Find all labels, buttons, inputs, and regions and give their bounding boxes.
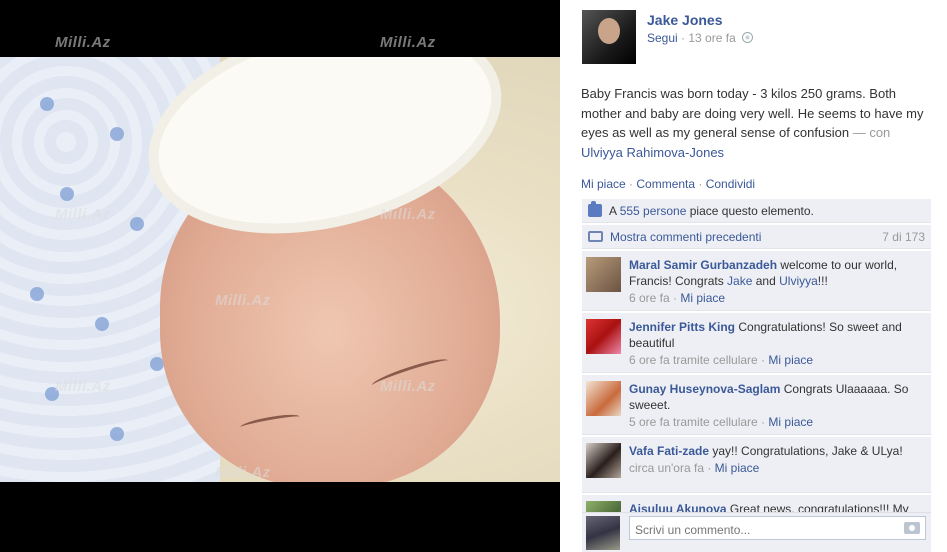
commenter-avatar[interactable]	[586, 443, 621, 478]
previous-comments-link[interactable]: Mostra commenti precedenti	[610, 230, 761, 244]
flower-pattern	[130, 217, 144, 231]
flower-pattern	[30, 287, 44, 301]
comment-meta: 6 ore fa · Mi piace	[629, 291, 726, 305]
commenter-name[interactable]: Vafa Fati-zade	[629, 444, 709, 458]
post-meta: Segui · 13 ore fa	[647, 31, 754, 45]
flower-pattern	[60, 187, 74, 201]
current-user-avatar	[586, 516, 620, 550]
comment-bubble-icon	[588, 231, 603, 242]
comment-meta: circa un'ora fa · Mi piace	[629, 461, 760, 475]
flower-pattern	[110, 127, 124, 141]
like-button[interactable]: Mi piace	[581, 177, 626, 191]
comment-text-part: !!!	[817, 274, 828, 288]
comment-input[interactable]	[629, 516, 926, 540]
photo-viewer: Milli.Az Milli.Az Milli.Az Milli.Az Mill…	[0, 0, 560, 552]
globe-icon[interactable]	[742, 32, 754, 43]
comment-time[interactable]: 5 ore fa tramite cellulare	[629, 415, 758, 429]
thumbs-up-icon	[588, 201, 602, 217]
comment-time[interactable]: 6 ore fa tramite cellulare	[629, 353, 758, 367]
commenter-avatar[interactable]	[586, 319, 621, 354]
commenter-name[interactable]: Gunay Huseynova-Saglam	[629, 382, 780, 396]
camera-icon[interactable]	[904, 522, 920, 534]
comment-like-button[interactable]: Mi piace	[680, 291, 725, 305]
avatar-head	[598, 18, 620, 44]
comment-meta: 5 ore fa tramite cellulare · Mi piace	[629, 415, 814, 429]
commenter-avatar[interactable]	[586, 257, 621, 292]
post-actions: Mi piace · Commenta · Condividi	[581, 177, 755, 191]
flower-pattern	[95, 317, 109, 331]
mention-link[interactable]: Jake	[727, 274, 752, 288]
post-sidebar: Jake Jones Segui · 13 ore fa Baby Franci…	[560, 0, 947, 552]
author-name[interactable]: Jake Jones	[647, 12, 723, 28]
flower-pattern	[40, 97, 54, 111]
post-text: Baby Francis was born today - 3 kilos 25…	[581, 84, 931, 162]
comment-item: Maral Samir Gurbanzadeh welcome to our w…	[582, 251, 931, 311]
comment-button[interactable]: Commenta	[636, 177, 695, 191]
likes-count-link[interactable]: 555 persone	[620, 204, 687, 218]
view-previous-comments[interactable]: Mostra commenti precedenti 7 di 173	[582, 225, 931, 249]
share-button[interactable]: Condividi	[706, 177, 755, 191]
action-separator: ·	[695, 177, 706, 191]
tagged-user-link[interactable]: Ulviyya Rahimova-Jones	[581, 145, 724, 160]
watermark: Milli.Az	[55, 34, 111, 51]
comment-item: Jennifer Pitts King Congratulations! So …	[582, 313, 931, 373]
comment-text-part: and	[752, 274, 780, 288]
comment-like-button[interactable]: Mi piace	[715, 461, 760, 475]
comment-time[interactable]: 6 ore fa	[629, 291, 670, 305]
baby-photo[interactable]	[0, 57, 560, 482]
with-label: — con	[849, 125, 891, 140]
mention-link[interactable]: Ulviyya	[779, 274, 818, 288]
commenter-name[interactable]: Maral Samir Gurbanzadeh	[629, 258, 777, 272]
comment-item: Gunay Huseynova-Saglam Congrats Ulaaaaaa…	[582, 375, 931, 435]
comment-like-button[interactable]: Mi piace	[768, 353, 813, 367]
flower-pattern	[110, 427, 124, 441]
action-separator: ·	[625, 177, 637, 191]
commenter-name[interactable]: Jennifer Pitts King	[629, 320, 735, 334]
commenter-avatar[interactable]	[586, 381, 621, 416]
comment-text: yay!! Congratulations, Jake & ULya!	[709, 444, 903, 458]
author-avatar[interactable]	[582, 10, 636, 64]
comment-like-button[interactable]: Mi piace	[768, 415, 813, 429]
comment-meta: 6 ore fa tramite cellulare · Mi piace	[629, 353, 814, 367]
post-timestamp[interactable]: 13 ore fa	[688, 31, 735, 45]
watermark: Milli.Az	[380, 34, 436, 51]
likes-prefix: A	[609, 204, 620, 218]
follow-link[interactable]: Segui	[647, 31, 678, 45]
feedback-section: A 555 persone piace questo elemento. Mos…	[582, 199, 931, 552]
comment-time[interactable]: circa un'ora fa	[629, 461, 704, 475]
flower-pattern	[45, 387, 59, 401]
meta-separator: ·	[677, 31, 689, 45]
comment-composer	[582, 512, 931, 552]
likes-suffix: piace questo elemento.	[686, 204, 814, 218]
likes-summary: A 555 persone piace questo elemento.	[582, 199, 931, 223]
comment-count: 7 di 173	[882, 230, 925, 244]
comment-item: Vafa Fati-zade yay!! Congratulations, Ja…	[582, 437, 931, 493]
